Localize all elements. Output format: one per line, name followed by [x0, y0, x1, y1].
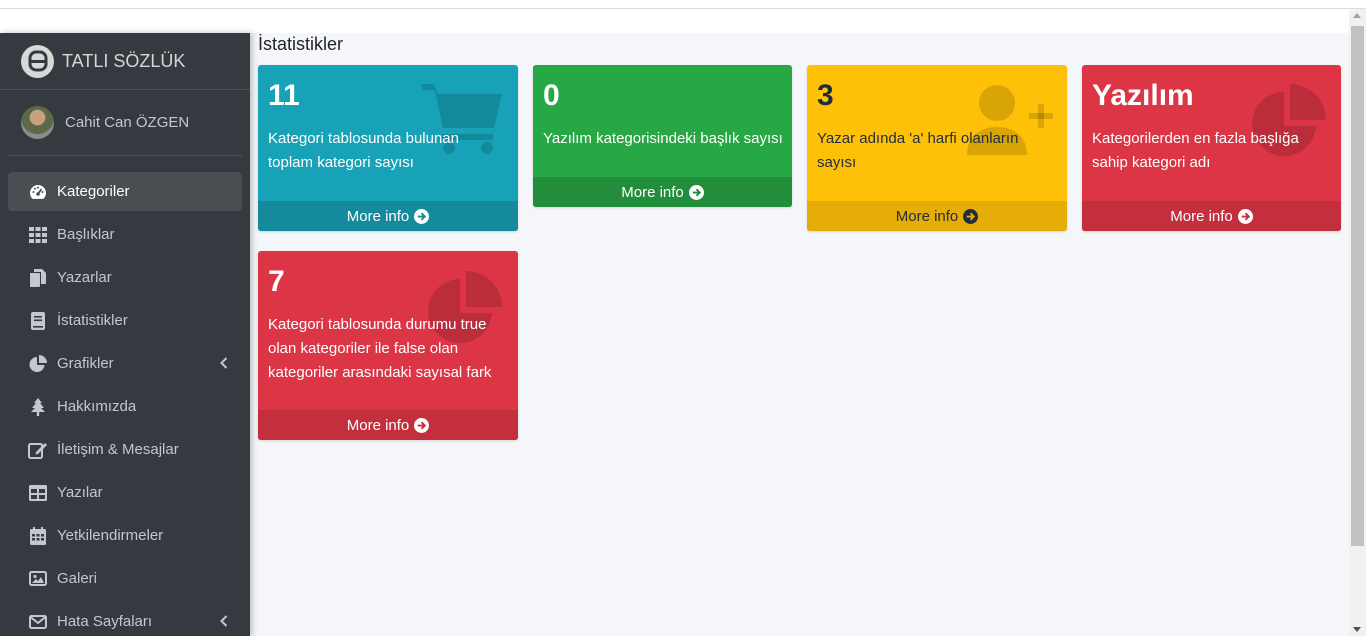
- sidebar-item-hata-sayfalari[interactable]: Hata Sayfaları: [8, 602, 242, 636]
- sidebar-item-label: Kategoriler: [57, 183, 130, 200]
- more-info-label: More info: [346, 207, 410, 225]
- brand-title: TATLI SÖZLÜK: [62, 50, 186, 71]
- more-info-link[interactable]: More info: [1082, 201, 1341, 231]
- grid-icon: [28, 225, 48, 245]
- sidebar-item-hakkimizda[interactable]: Hakkımızda: [8, 387, 242, 426]
- more-info-label: More info: [895, 207, 959, 225]
- sidebar-item-label: Yazılar: [57, 484, 103, 501]
- top-divider: [0, 8, 1366, 9]
- vertical-scrollbar[interactable]: [1349, 9, 1366, 636]
- scrollbar-thumb[interactable]: [1351, 26, 1364, 546]
- sidebar-item-label: İstatistikler: [57, 312, 128, 329]
- sidebar-item-yetkilendirmeler[interactable]: Yetkilendirmeler: [8, 516, 242, 555]
- edit-icon: [28, 440, 48, 460]
- book-icon: [28, 311, 48, 331]
- stat-value: 3: [817, 79, 834, 112]
- sidebar-item-yazarlar[interactable]: Yazarlar: [8, 258, 242, 297]
- stat-description: Yazılım kategorisindeki başlık sayısı: [543, 127, 783, 151]
- stat-description-line: Kategori tablosunda bulunan: [268, 130, 459, 147]
- stat-description-line: olan kategoriler ile false olan: [268, 340, 459, 357]
- stat-value: 7: [268, 265, 285, 298]
- stat-box-status-difference: 7 Kategori tablosunda durumu true olan k…: [258, 251, 518, 440]
- brand-logo-icon: [21, 44, 54, 78]
- sidebar-item-label: Grafikler: [57, 355, 114, 372]
- sidebar-item-label: Hakkımızda: [57, 398, 137, 415]
- sidebar-item-label: İletişim & Mesajlar: [57, 441, 179, 458]
- envelope-icon: [28, 612, 48, 632]
- stat-description: Kategori tablosunda durumu true olan kat…: [268, 313, 491, 385]
- image-icon: [28, 569, 48, 589]
- more-info-link[interactable]: More info: [807, 201, 1067, 231]
- stat-description-line: Kategorilerden en fazla başlığa: [1092, 130, 1299, 147]
- more-info-link[interactable]: More info: [258, 410, 518, 440]
- chevron-left-icon: [220, 356, 228, 373]
- stat-description-line: sayısı: [817, 154, 857, 171]
- sidebar-item-label: Galeri: [57, 570, 98, 587]
- sidebar-item-basliklar[interactable]: Başlıklar: [8, 215, 242, 254]
- stat-description-line: Yazar adında 'a' harfi olanların: [817, 130, 1019, 147]
- stat-box-category-count: 11 Kategori tablosunda bulunan toplam ka…: [258, 65, 518, 231]
- arrow-circle-right-icon: [1237, 208, 1253, 224]
- more-info-label: More info: [346, 416, 410, 434]
- sidebar-item-label: Hata Sayfaları: [57, 613, 153, 630]
- avatar: [21, 106, 54, 139]
- stat-box-top-category: Yazılım Kategorilerden en fazla başlığa …: [1082, 65, 1341, 231]
- sidebar-item-galeri[interactable]: Galeri: [8, 559, 242, 598]
- stat-description-line: Yazılım kategorisindeki başlık sayısı: [543, 130, 783, 147]
- arrow-circle-right-icon: [963, 208, 979, 224]
- tachometer-icon: [28, 182, 48, 202]
- page-title: İstatistikler: [258, 34, 344, 54]
- stat-description: Yazar adında 'a' harfi olanların sayısı: [817, 127, 1018, 175]
- tree-icon: [28, 397, 48, 417]
- brand-link[interactable]: TATLI SÖZLÜK: [0, 33, 250, 90]
- arrow-circle-right-icon: [414, 208, 430, 224]
- sidebar-item-grafikler[interactable]: Grafikler: [8, 344, 242, 383]
- sidebar-item-iletisim-mesajlar[interactable]: İletişim & Mesajlar: [8, 430, 242, 469]
- scroll-down-icon[interactable]: [1353, 627, 1361, 632]
- stat-description-line: Kategori tablosunda durumu true: [268, 316, 487, 333]
- sidebar-nav: Kategoriler Başlıklar Yazarlar İstatisti…: [0, 156, 250, 636]
- stat-box-writer-a-count: 3 Yazar adında 'a' harfi olanların sayıs…: [807, 65, 1067, 231]
- sidebar-item-label: Yazarlar: [57, 269, 112, 286]
- stat-value: 0: [543, 79, 560, 112]
- sidebar-item-label: Yetkilendirmeler: [57, 527, 164, 544]
- sidebar-item-istatistikler[interactable]: İstatistikler: [8, 301, 242, 340]
- more-info-link[interactable]: More info: [533, 177, 792, 207]
- calendar-icon: [28, 526, 48, 546]
- arrow-circle-right-icon: [414, 417, 430, 433]
- scroll-up-icon[interactable]: [1353, 13, 1361, 18]
- stat-description: Kategorilerden en fazla başlığa sahip ka…: [1092, 127, 1299, 175]
- arrow-circle-right-icon: [688, 184, 704, 200]
- stat-description-line: toplam kategori sayısı: [268, 154, 414, 171]
- stat-description: Kategori tablosunda bulunan toplam kateg…: [268, 127, 459, 175]
- user-name[interactable]: Cahit Can ÖZGEN: [65, 114, 189, 131]
- more-info-label: More info: [621, 183, 684, 201]
- user-panel[interactable]: Cahit Can ÖZGEN: [8, 90, 242, 156]
- table-icon: [28, 483, 48, 503]
- stat-box-software-heading-count: 0 Yazılım kategorisindeki başlık sayısı …: [533, 65, 792, 207]
- pie-chart-icon: [28, 354, 48, 374]
- browser-top-area: [0, 0, 1366, 33]
- stat-value: 11: [268, 79, 300, 112]
- stat-description-line: kategoriler arasındaki sayısal fark: [268, 364, 492, 381]
- sidebar-item-label: Başlıklar: [57, 226, 115, 243]
- stat-description-line: sahip kategori adı: [1092, 154, 1211, 171]
- sidebar-item-yazilar[interactable]: Yazılar: [8, 473, 242, 512]
- chevron-left-icon: [220, 614, 228, 631]
- sidebar-item-kategoriler[interactable]: Kategoriler: [8, 172, 242, 211]
- stat-value: Yazılım: [1092, 79, 1194, 112]
- sidebar: TATLI SÖZLÜK Cahit Can ÖZGEN Kategoriler…: [0, 33, 250, 636]
- copy-icon: [28, 268, 48, 288]
- more-info-label: More info: [1170, 207, 1233, 225]
- more-info-link[interactable]: More info: [258, 201, 518, 231]
